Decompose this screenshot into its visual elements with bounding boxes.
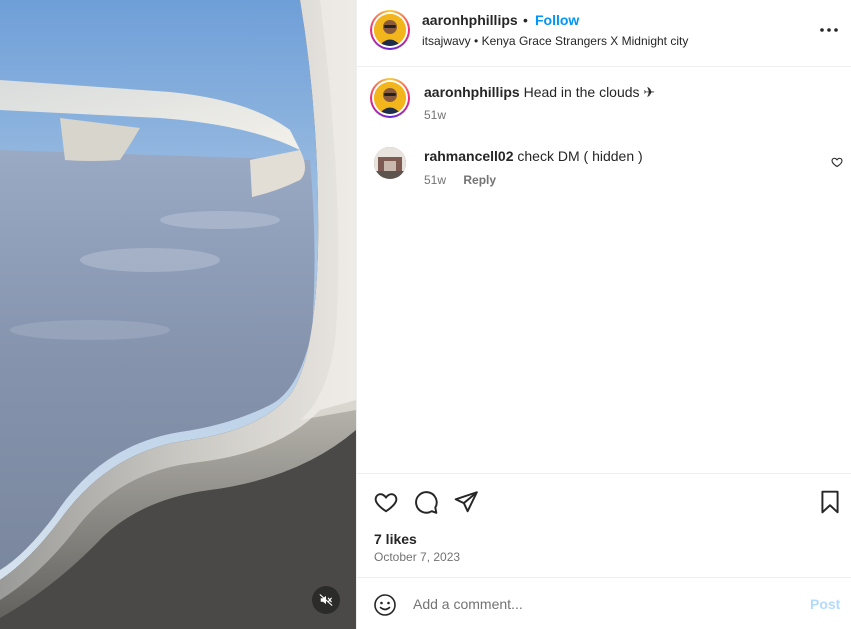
post-date: October 7, 2023 xyxy=(374,550,461,564)
comment-composer: Post xyxy=(357,577,851,629)
caption-meta: 51w xyxy=(424,108,446,122)
caption-age: 51w xyxy=(424,108,447,122)
comment-meta: 51w Reply xyxy=(424,173,496,187)
person-avatar-icon xyxy=(374,82,406,114)
more-horizontal-icon xyxy=(820,28,838,32)
caption-author-avatar[interactable] xyxy=(370,78,410,118)
author-avatar[interactable] xyxy=(370,10,410,50)
person-avatar-icon xyxy=(374,14,406,46)
caption-username[interactable]: aaronhphillips xyxy=(424,84,520,100)
reply-button[interactable]: Reply xyxy=(463,173,496,187)
heart-icon[interactable] xyxy=(373,489,399,515)
caption-body: Head in the clouds ✈ xyxy=(523,84,656,100)
audio-attribution[interactable]: itsajwavy • Kenya Grace Strangers X Midn… xyxy=(422,34,688,48)
paper-plane-icon[interactable] xyxy=(453,489,479,515)
mute-toggle-button[interactable] xyxy=(312,586,340,614)
emoji-smile-icon[interactable] xyxy=(373,593,397,617)
comment-text: rahmancell02 check DM ( hidden ) xyxy=(424,148,643,164)
author-username[interactable]: aaronhphillips xyxy=(422,12,518,28)
post-caption: aaronhphillips Head in the clouds ✈ 51w xyxy=(357,78,851,134)
comment-input[interactable] xyxy=(413,592,793,616)
comment-bubble-icon[interactable] xyxy=(413,489,439,515)
comment-username[interactable]: rahmancell02 xyxy=(424,148,514,164)
airplane-window-image xyxy=(0,0,356,629)
volume-muted-icon xyxy=(319,594,333,606)
photo-avatar-icon xyxy=(374,147,406,179)
follow-button[interactable]: Follow xyxy=(535,12,579,28)
comment-age: 51w xyxy=(424,173,447,187)
comment-body: check DM ( hidden ) xyxy=(517,148,643,164)
heart-icon[interactable] xyxy=(831,156,843,168)
likes-count[interactable]: 7 likes xyxy=(374,531,417,547)
caption-text: aaronhphillips Head in the clouds ✈ xyxy=(424,84,655,101)
commenter-avatar[interactable] xyxy=(374,147,406,179)
separator-dot: • xyxy=(523,12,528,28)
post-comment-button[interactable]: Post xyxy=(810,596,840,612)
post-header: aaronhphillips • Follow itsajwavy • Keny… xyxy=(357,0,851,67)
post-video[interactable] xyxy=(0,0,356,629)
comment-item: rahmancell02 check DM ( hidden ) 51w Rep… xyxy=(357,142,851,192)
post-actions: 7 likes October 7, 2023 xyxy=(357,473,851,577)
more-options-button[interactable] xyxy=(817,20,841,40)
audio-track[interactable]: Kenya Grace Strangers X Midnight city xyxy=(482,34,689,48)
audio-separator: • xyxy=(474,34,479,48)
audio-artist[interactable]: itsajwavy xyxy=(422,34,471,48)
post-details-panel: aaronhphillips • Follow itsajwavy • Keny… xyxy=(356,0,851,629)
bookmark-icon[interactable] xyxy=(817,489,843,515)
